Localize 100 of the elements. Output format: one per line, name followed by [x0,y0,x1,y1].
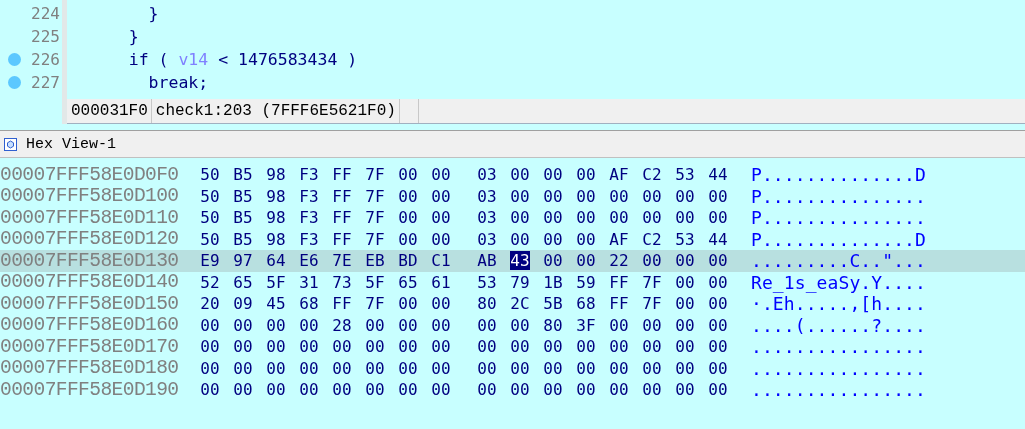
hex-byte[interactable]: 00 [708,186,728,206]
hex-byte[interactable]: B5 [233,165,253,185]
hex-byte[interactable]: 00 [477,380,497,400]
hex-byte[interactable]: 00 [543,358,563,378]
hex-byte[interactable]: 00 [398,294,418,314]
hex-byte[interactable]: 00 [431,229,451,249]
hex-byte[interactable]: 00 [609,380,629,400]
hex-row[interactable]: 00007FFF58E0D0F0 50 B5 98 F3 FF 7F 00 00 03 00 00 00 AF C2 53 44 P..............D [0,164,1025,186]
hex-byte[interactable]: 53 [675,229,695,249]
hex-row[interactable]: 00007FFF58E0D130 E9 97 64 E6 7E EB BD C1 AB 43 00 00 22 00 00 00 .........C.."... [0,250,1025,272]
hex-byte[interactable]: 00 [576,337,596,357]
hex-byte[interactable]: 00 [543,251,563,271]
hex-byte[interactable]: 00 [266,380,286,400]
hex-byte[interactable]: 00 [398,186,418,206]
hex-byte[interactable]: E9 [200,251,220,271]
hex-byte[interactable]: B5 [233,229,253,249]
hex-byte[interactable]: 00 [510,380,530,400]
hex-byte[interactable]: 43 [510,251,530,271]
hex-byte[interactable]: FF [609,272,629,292]
hex-byte[interactable]: 00 [708,315,728,335]
hex-byte[interactable]: 00 [200,380,220,400]
hex-byte[interactable]: 00 [398,229,418,249]
hex-byte[interactable]: FF [332,229,352,249]
hex-byte[interactable]: 00 [431,380,451,400]
hex-byte[interactable]: FF [332,186,352,206]
hex-byte[interactable]: 00 [431,358,451,378]
hex-row[interactable]: 00007FFF58E0D100 50 B5 98 F3 FF 7F 00 00 03 00 00 00 00 00 00 00 P............... [0,185,1025,207]
hex-byte[interactable]: 53 [675,165,695,185]
hex-byte[interactable]: 28 [332,315,352,335]
hex-byte[interactable]: 00 [365,337,385,357]
hex-byte[interactable]: 00 [708,337,728,357]
hex-byte[interactable]: C1 [431,251,451,271]
hex-byte[interactable]: 00 [510,315,530,335]
hex-byte[interactable]: 00 [543,229,563,249]
hex-byte[interactable]: 00 [299,358,319,378]
hex-byte[interactable]: 80 [543,315,563,335]
hex-byte[interactable]: 00 [675,337,695,357]
hex-byte[interactable]: 00 [609,208,629,228]
hex-byte[interactable]: 80 [477,294,497,314]
hex-byte[interactable]: 00 [200,315,220,335]
hex-byte[interactable]: 00 [233,315,253,335]
hex-byte[interactable]: 00 [642,337,662,357]
hex-byte[interactable]: 97 [233,251,253,271]
hex-row[interactable]: 00007FFF58E0D170 00 00 00 00 00 00 00 00 00 00 00 00 00 00 00 00 ................ [0,336,1025,358]
hex-byte[interactable]: 00 [642,186,662,206]
hex-byte[interactable]: 00 [543,165,563,185]
hex-byte[interactable]: 53 [477,272,497,292]
hex-byte[interactable]: 00 [609,315,629,335]
hex-byte[interactable]: 00 [708,358,728,378]
hex-byte[interactable]: 5F [365,272,385,292]
hex-byte[interactable]: 52 [200,272,220,292]
hex-byte[interactable]: 00 [332,380,352,400]
hex-byte[interactable]: 98 [266,229,286,249]
hex-byte[interactable]: 00 [398,165,418,185]
hex-byte[interactable]: 03 [477,229,497,249]
hex-byte[interactable]: 7F [365,229,385,249]
hex-byte[interactable]: 7F [365,208,385,228]
hex-byte[interactable]: 98 [266,208,286,228]
hex-byte[interactable]: 00 [708,251,728,271]
hex-byte[interactable]: C2 [642,165,662,185]
hex-byte[interactable]: 00 [398,337,418,357]
hex-byte[interactable]: 50 [200,208,220,228]
hex-byte[interactable]: 00 [510,358,530,378]
hex-byte[interactable]: 00 [431,315,451,335]
hex-byte[interactable]: 00 [642,380,662,400]
hex-byte[interactable]: 65 [398,272,418,292]
hex-byte[interactable]: 00 [266,337,286,357]
hex-byte[interactable]: 03 [477,165,497,185]
hex-byte[interactable]: 00 [576,186,596,206]
hex-row[interactable]: 00007FFF58E0D150 20 09 45 68 FF 7F 00 00 80 2C 5B 68 FF 7F 00 00 ·.Eh.....,[h.... [0,293,1025,315]
hex-byte[interactable]: 00 [576,208,596,228]
hex-byte[interactable]: 00 [477,358,497,378]
hex-byte[interactable]: 00 [510,165,530,185]
hex-row[interactable]: 00007FFF58E0D160 00 00 00 00 28 00 00 00 00 00 80 3F 00 00 00 00 ....(......?.... [0,314,1025,336]
hex-byte[interactable]: 7E [332,251,352,271]
hex-byte[interactable]: 5B [543,294,563,314]
hex-byte[interactable]: AF [609,229,629,249]
hex-byte[interactable]: 68 [576,294,596,314]
hex-byte[interactable]: 03 [477,208,497,228]
hex-byte[interactable]: 73 [332,272,352,292]
hex-byte[interactable]: EB [365,251,385,271]
hex-byte[interactable]: 00 [543,337,563,357]
hex-byte[interactable]: 00 [708,380,728,400]
hex-byte[interactable]: 00 [299,380,319,400]
hex-byte[interactable]: 00 [431,186,451,206]
hex-byte[interactable]: AF [609,165,629,185]
hex-byte[interactable]: 00 [233,380,253,400]
hex-byte[interactable]: F3 [299,165,319,185]
hex-byte[interactable]: 00 [477,337,497,357]
hex-byte[interactable]: 00 [200,358,220,378]
hex-byte[interactable]: 7F [365,186,385,206]
hex-byte[interactable]: E6 [299,251,319,271]
hex-byte[interactable]: BD [398,251,418,271]
hex-row[interactable]: 00007FFF58E0D140 52 65 5F 31 73 5F 65 61 53 79 1B 59 FF 7F 00 00 Re_1s_eaSy.Y.... [0,271,1025,293]
hex-byte[interactable]: FF [332,208,352,228]
hex-byte[interactable]: 00 [365,315,385,335]
hex-byte[interactable]: 20 [200,294,220,314]
hex-byte[interactable]: 00 [609,186,629,206]
hex-byte[interactable]: 00 [642,251,662,271]
hex-byte[interactable]: F3 [299,186,319,206]
